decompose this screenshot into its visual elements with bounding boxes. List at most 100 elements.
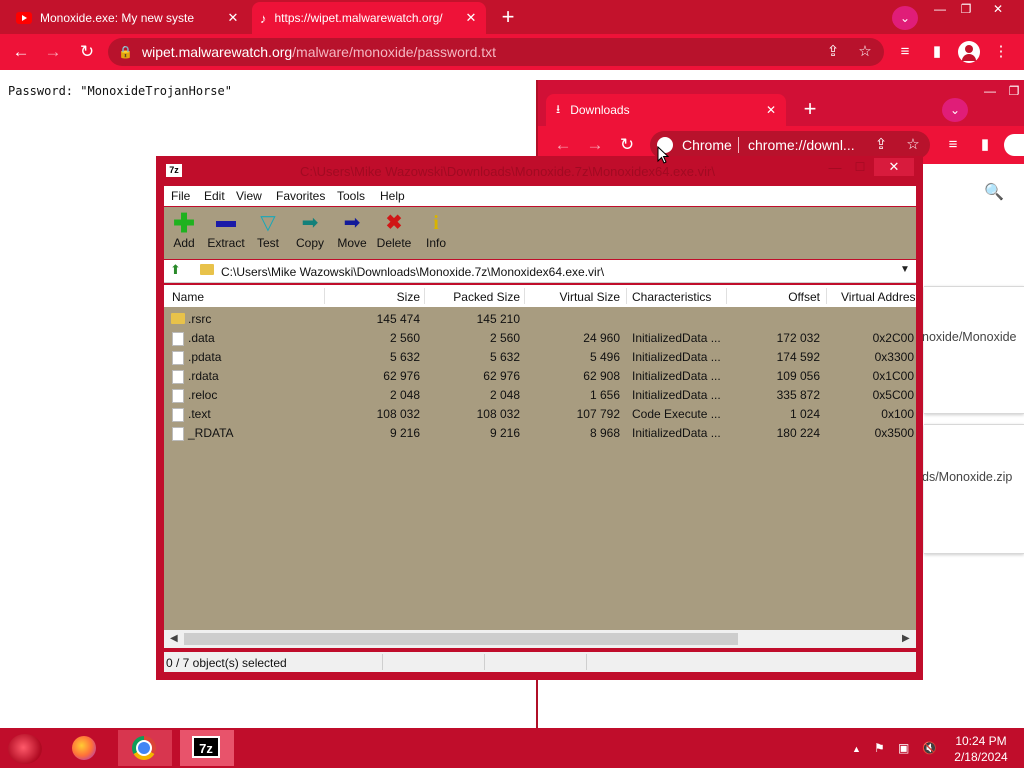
tab-password[interactable]: ♪ https://wipet.malwarewatch.org/ ✕: [252, 2, 486, 34]
show-hidden-icons[interactable]: ▲: [852, 744, 861, 754]
dl-profile-avatar[interactable]: [1004, 134, 1024, 156]
delete-button[interactable]: ✖ Delete: [374, 212, 414, 250]
scroll-left-icon[interactable]: ◀: [170, 633, 178, 644]
cell-chars: InitializedData ...: [632, 426, 721, 440]
back-button[interactable]: ←: [10, 41, 32, 63]
url-text[interactable]: wipet.malwarewatch.org/malware/monoxide/…: [142, 44, 496, 60]
lock-icon[interactable]: 🔒: [118, 45, 133, 59]
cell-packed: 2 048: [489, 388, 520, 402]
check-icon: ▽: [260, 212, 276, 234]
download-item[interactable]: [924, 286, 1024, 414]
sevenzip-minimize-button[interactable]: —: [822, 160, 848, 178]
add-button[interactable]: ✚ Add: [164, 208, 204, 250]
dl-new-tab-button[interactable]: +: [798, 98, 822, 122]
dl-minimize-button[interactable]: —: [980, 84, 1000, 98]
minimize-button[interactable]: —: [930, 2, 950, 16]
cell-name[interactable]: _RDATA: [188, 426, 234, 440]
up-folder-icon[interactable]: ⬆: [170, 263, 184, 277]
cell-name[interactable]: .rdata: [188, 369, 219, 383]
menu-file[interactable]: File: [171, 189, 190, 203]
copy-button[interactable]: ➡ Copy: [290, 212, 330, 250]
mouse-cursor-icon: [657, 146, 669, 164]
plus-icon: ✚: [173, 208, 195, 238]
reload-button[interactable]: ↻: [76, 41, 98, 63]
bookmark-star-icon[interactable]: ☆: [854, 41, 876, 63]
cell-name[interactable]: .reloc: [188, 388, 217, 402]
start-button[interactable]: [8, 734, 42, 764]
cell-name[interactable]: .pdata: [188, 350, 221, 364]
scrollbar-thumb[interactable]: [184, 633, 738, 645]
share-icon[interactable]: ⇪: [822, 41, 844, 63]
dl-url-text[interactable]: chrome://downl...: [748, 137, 855, 153]
menu-tools[interactable]: Tools: [337, 189, 365, 203]
cell-size: 62 976: [383, 369, 420, 383]
profile-avatar[interactable]: [958, 41, 980, 63]
downloads-search-icon[interactable]: 🔍: [984, 182, 1004, 202]
new-tab-button[interactable]: +: [496, 6, 520, 28]
7zip-icon: 7z: [192, 736, 220, 758]
sevenzip-maximize-button[interactable]: ☐: [848, 160, 872, 178]
tab-close-icon[interactable]: ✕: [766, 103, 776, 117]
move-label: Move: [337, 236, 367, 250]
taskbar-chrome[interactable]: [118, 730, 172, 766]
cell-chars: InitializedData ...: [632, 388, 721, 402]
dl-restore-button[interactable]: ❐: [1004, 84, 1024, 98]
tab-search-button[interactable]: ⌄: [892, 6, 918, 30]
download-item[interactable]: [924, 424, 1024, 554]
tab-youtube[interactable]: Monoxide.exe: My new syste ✕: [8, 2, 248, 34]
chevron-down-icon[interactable]: ▼: [900, 264, 910, 275]
col-virtual-size[interactable]: Virtual Size: [540, 290, 620, 304]
sevenzip-close-button[interactable]: ✕: [874, 158, 914, 176]
dl-side-panel-icon[interactable]: ▮: [974, 134, 996, 156]
menu-view[interactable]: View: [236, 189, 262, 203]
menu-edit[interactable]: Edit: [204, 189, 225, 203]
dl-forward-button[interactable]: →: [584, 134, 606, 156]
side-panel-icon[interactable]: ▮: [926, 41, 948, 63]
dl-share-icon[interactable]: ⇪: [870, 134, 892, 156]
menu-favorites[interactable]: Favorites: [276, 189, 325, 203]
cell-offset: 180 224: [776, 426, 820, 440]
dl-reload-button[interactable]: ↻: [616, 134, 638, 156]
clock-time: 10:24 PM: [955, 734, 1007, 748]
col-size[interactable]: Size: [360, 290, 420, 304]
tab-close-icon[interactable]: ✕: [464, 10, 478, 26]
cell-vsize: 1 656: [589, 388, 620, 402]
close-button[interactable]: ✕: [988, 2, 1008, 16]
tab-close-icon[interactable]: ✕: [226, 10, 240, 26]
scroll-right-icon[interactable]: ▶: [902, 633, 910, 644]
cell-chars: InitializedData ...: [632, 350, 721, 364]
volume-muted-icon[interactable]: 🔇: [922, 741, 937, 755]
flag-icon[interactable]: ⚑: [874, 741, 885, 755]
cell-name[interactable]: .rsrc: [188, 312, 211, 326]
info-button[interactable]: i Info: [416, 212, 456, 250]
test-button[interactable]: ▽ Test: [248, 212, 288, 250]
cell-size: 108 032: [376, 407, 420, 421]
extract-button[interactable]: Extract: [206, 212, 246, 250]
col-virtual-address[interactable]: Virtual Addres: [841, 290, 915, 304]
cell-vsize: 62 908: [583, 369, 620, 383]
col-offset[interactable]: Offset: [760, 290, 820, 304]
taskbar-7zip[interactable]: 7z: [180, 730, 234, 766]
system-clock[interactable]: 10:24 PM 2/18/2024: [948, 733, 1014, 765]
col-characteristics[interactable]: Characteristics: [632, 290, 711, 304]
dl-back-button[interactable]: ←: [552, 134, 574, 156]
dl-bookmark-star-icon[interactable]: ☆: [902, 134, 924, 156]
network-icon[interactable]: ▣: [898, 741, 909, 755]
dl-media-control-icon[interactable]: ≡: [942, 134, 964, 156]
cell-name[interactable]: .text: [188, 407, 211, 421]
col-packed-size[interactable]: Packed Size: [440, 290, 520, 304]
restore-button[interactable]: ❐: [956, 2, 976, 16]
media-control-icon[interactable]: ≡: [894, 41, 916, 63]
menu-kebab-icon[interactable]: ⋮: [990, 41, 1012, 63]
forward-button[interactable]: →: [42, 41, 64, 63]
cell-name[interactable]: .data: [188, 331, 215, 345]
taskbar-firefox[interactable]: [58, 730, 112, 766]
move-button[interactable]: ➡ Move: [332, 212, 372, 250]
cell-size: 145 474: [376, 312, 420, 326]
menu-help[interactable]: Help: [380, 189, 405, 203]
col-name[interactable]: Name: [172, 290, 204, 304]
sevenzip-path[interactable]: C:\Users\Mike Wazowski\Downloads\Monoxid…: [221, 265, 604, 279]
dl-tab-search-button[interactable]: ⌄: [942, 98, 968, 122]
cell-vaddr: 0x5C00: [872, 388, 914, 402]
tab-downloads[interactable]: ⭳ Downloads ✕: [546, 94, 786, 126]
